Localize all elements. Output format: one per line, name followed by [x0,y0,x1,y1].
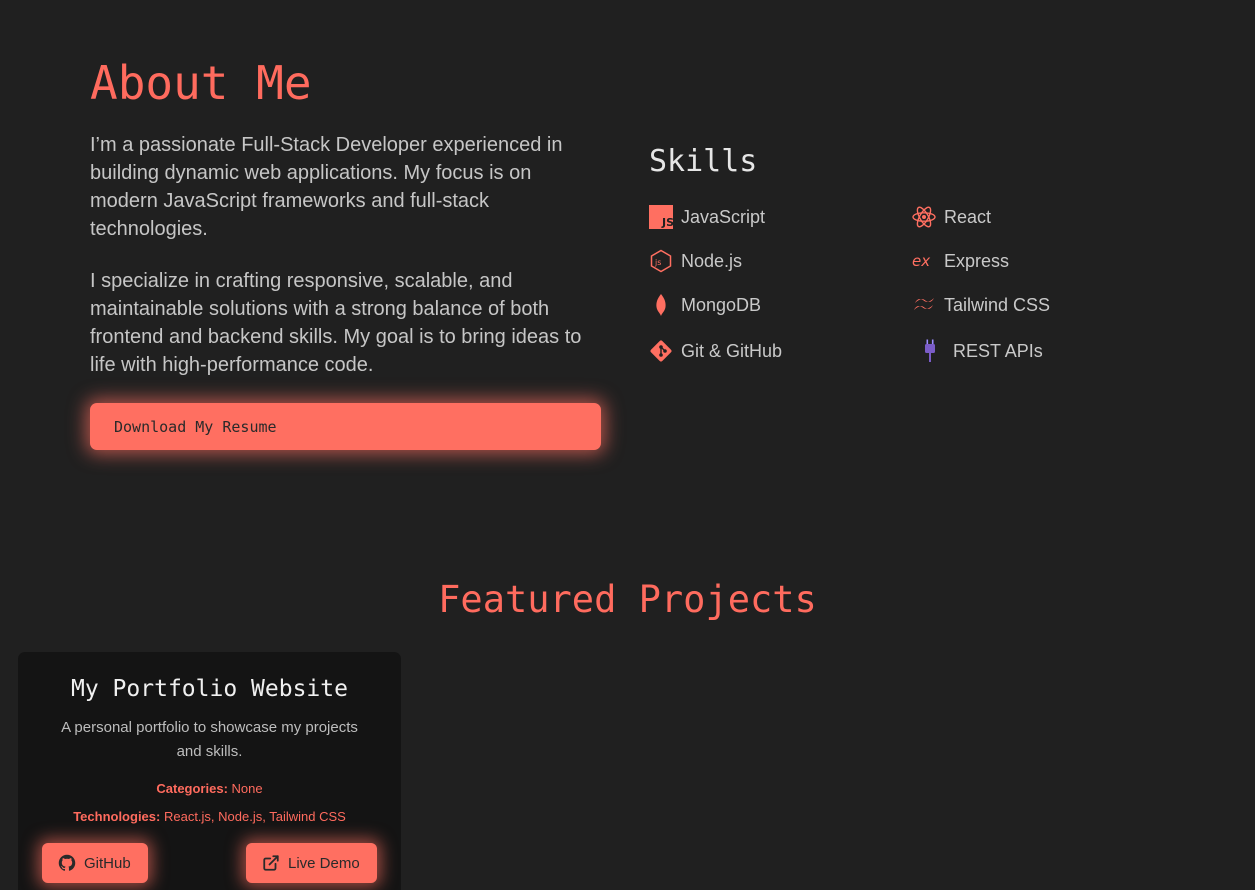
github-icon [58,854,76,872]
svg-text:ex: ex [912,252,930,270]
svg-text:JS: JS [661,216,673,229]
skill-react: React [912,204,991,230]
javascript-icon: JS [649,205,673,229]
skill-label: Node.js [681,250,743,271]
skill-express: ex Express [912,248,1009,274]
skill-git: Git & GitHub [649,338,782,364]
skill-mongodb: MongoDB [649,292,761,318]
github-button-label: GitHub [84,854,131,872]
external-link-icon [262,854,280,872]
download-resume-button[interactable]: Download My Resume [90,403,601,450]
tailwind-icon [912,293,936,317]
skills-title: Skills [649,144,758,179]
react-icon [912,205,936,229]
skill-nodejs: js Node.js [649,248,742,274]
express-icon: ex [912,249,936,273]
project-technologies: Technologies: React.js, Node.js, Tailwin… [18,809,401,824]
skill-label: Express [944,250,1010,271]
nodejs-icon: js [649,249,673,273]
svg-text:js: js [654,258,661,267]
categories-label: Categories: [156,781,228,796]
project-title: My Portfolio Website [71,676,348,702]
skill-label: REST APIs [953,340,1043,361]
project-card: My Portfolio Website A personal portfoli… [18,652,401,890]
project-description: A personal portfolio to showcase my proj… [61,719,358,760]
skill-tailwind: Tailwind CSS [912,292,1050,318]
skill-label: MongoDB [681,294,762,315]
technologies-label: Technologies: [73,809,161,824]
project-categories: Categories: None [18,781,401,796]
github-button[interactable]: GitHub [42,843,148,883]
skill-label: JavaScript [681,206,766,227]
about-title: About Me [90,56,312,110]
featured-projects-title: Featured Projects [438,578,817,621]
live-demo-button[interactable]: Live Demo [246,843,377,883]
categories-value: None [231,781,263,796]
about-paragraph-1: I’m a passionate Full-Stack Developer ex… [90,134,563,240]
skill-rest-apis: REST APIs [918,338,1043,364]
mongodb-icon [649,293,673,317]
about-paragraph-2: I specialize in crafting responsive, sca… [90,270,582,376]
git-icon [649,339,673,363]
technologies-value: React.js, Node.js, Tailwind CSS [163,809,346,824]
skill-label: Tailwind CSS [944,294,1051,315]
live-demo-button-label: Live Demo [288,854,360,872]
skill-label: Git & GitHub [681,340,783,361]
skill-javascript: JS JavaScript [649,204,765,230]
plug-icon [918,339,942,363]
skill-label: React [944,206,992,227]
